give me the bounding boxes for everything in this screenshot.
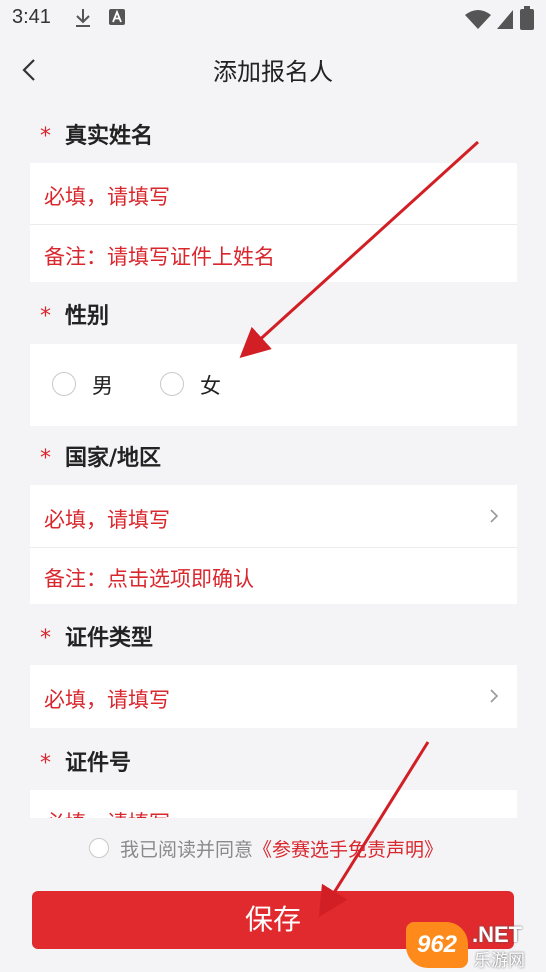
agreement-label: 我已阅读并同意 — [120, 839, 254, 861]
idnumber-label: 证件号 — [65, 751, 132, 776]
battery-icon — [520, 6, 534, 30]
watermark: 962 .NET 乐游网 — [404, 922, 544, 971]
gender-female-radio[interactable] — [160, 372, 184, 396]
idnumber-card: 必填，请填写 — [30, 790, 517, 818]
region-label: 国家/地区 — [65, 446, 162, 471]
download-icon — [76, 9, 90, 27]
status-time: 3:41 — [12, 6, 51, 28]
gender-male-label[interactable]: 男 — [92, 370, 113, 400]
gender-section-label: * 性别 — [40, 298, 109, 330]
idtype-select[interactable]: 必填，请填写 — [44, 684, 170, 714]
idnumber-section-label: * 证件号 — [40, 745, 131, 777]
watermark-logo: 962 — [406, 922, 468, 968]
name-card: 必填，请填写 备注：请填写证件上姓名 — [30, 163, 517, 282]
chevron-right-icon[interactable] — [487, 509, 501, 523]
required-mark: * — [40, 751, 51, 776]
divider — [30, 547, 517, 548]
status-bar: 3:41 — [0, 0, 546, 38]
region-note: 备注：点击选项即确认 — [44, 567, 254, 591]
required-mark: * — [40, 304, 51, 329]
agreement-text: 我已阅读并同意《参赛选手免责声明》 — [120, 835, 443, 862]
gender-male-radio[interactable] — [52, 372, 76, 396]
agreement-row: 我已阅读并同意《参赛选手免责声明》 — [0, 832, 546, 866]
region-card: 必填，请填写 备注：点击选项即确认 — [30, 485, 517, 604]
required-mark: * — [40, 626, 51, 651]
idtype-label: 证件类型 — [65, 626, 154, 651]
divider — [30, 224, 517, 225]
gender-label: 性别 — [65, 304, 110, 329]
watermark-site: 乐游网 — [474, 951, 525, 971]
agreement-checkbox[interactable] — [89, 838, 109, 858]
form-scroll-area[interactable]: * 真实姓名 必填，请填写 备注：请填写证件上姓名 * 性别 男 女 * 国家/地区 … — [0, 100, 546, 818]
signal-icon — [497, 10, 513, 29]
name-label: 真实姓名 — [65, 124, 154, 149]
required-mark: * — [40, 124, 51, 149]
chevron-right-icon[interactable] — [487, 689, 501, 703]
gender-card: 男 女 — [30, 344, 517, 426]
idtype-card: 必填，请填写 — [30, 665, 517, 728]
app-a-icon — [109, 9, 125, 25]
region-section-label: * 国家/地区 — [40, 440, 161, 472]
idtype-section-label: * 证件类型 — [40, 620, 153, 652]
title-bar: 添加报名人 — [0, 38, 546, 100]
wifi-icon — [465, 10, 491, 29]
watermark-net: .NET — [472, 922, 523, 947]
name-section-label: * 真实姓名 — [40, 118, 153, 150]
gender-female-label[interactable]: 女 — [200, 370, 221, 400]
idnumber-input[interactable]: 必填，请填写 — [44, 807, 170, 818]
page-title: 添加报名人 — [213, 58, 333, 86]
name-input[interactable]: 必填，请填写 — [44, 181, 170, 211]
name-note: 备注：请填写证件上姓名 — [44, 245, 275, 269]
required-mark: * — [40, 446, 51, 471]
region-select[interactable]: 必填，请填写 — [44, 504, 170, 534]
disclaimer-link[interactable]: 《参赛选手免责声明》 — [253, 839, 443, 861]
